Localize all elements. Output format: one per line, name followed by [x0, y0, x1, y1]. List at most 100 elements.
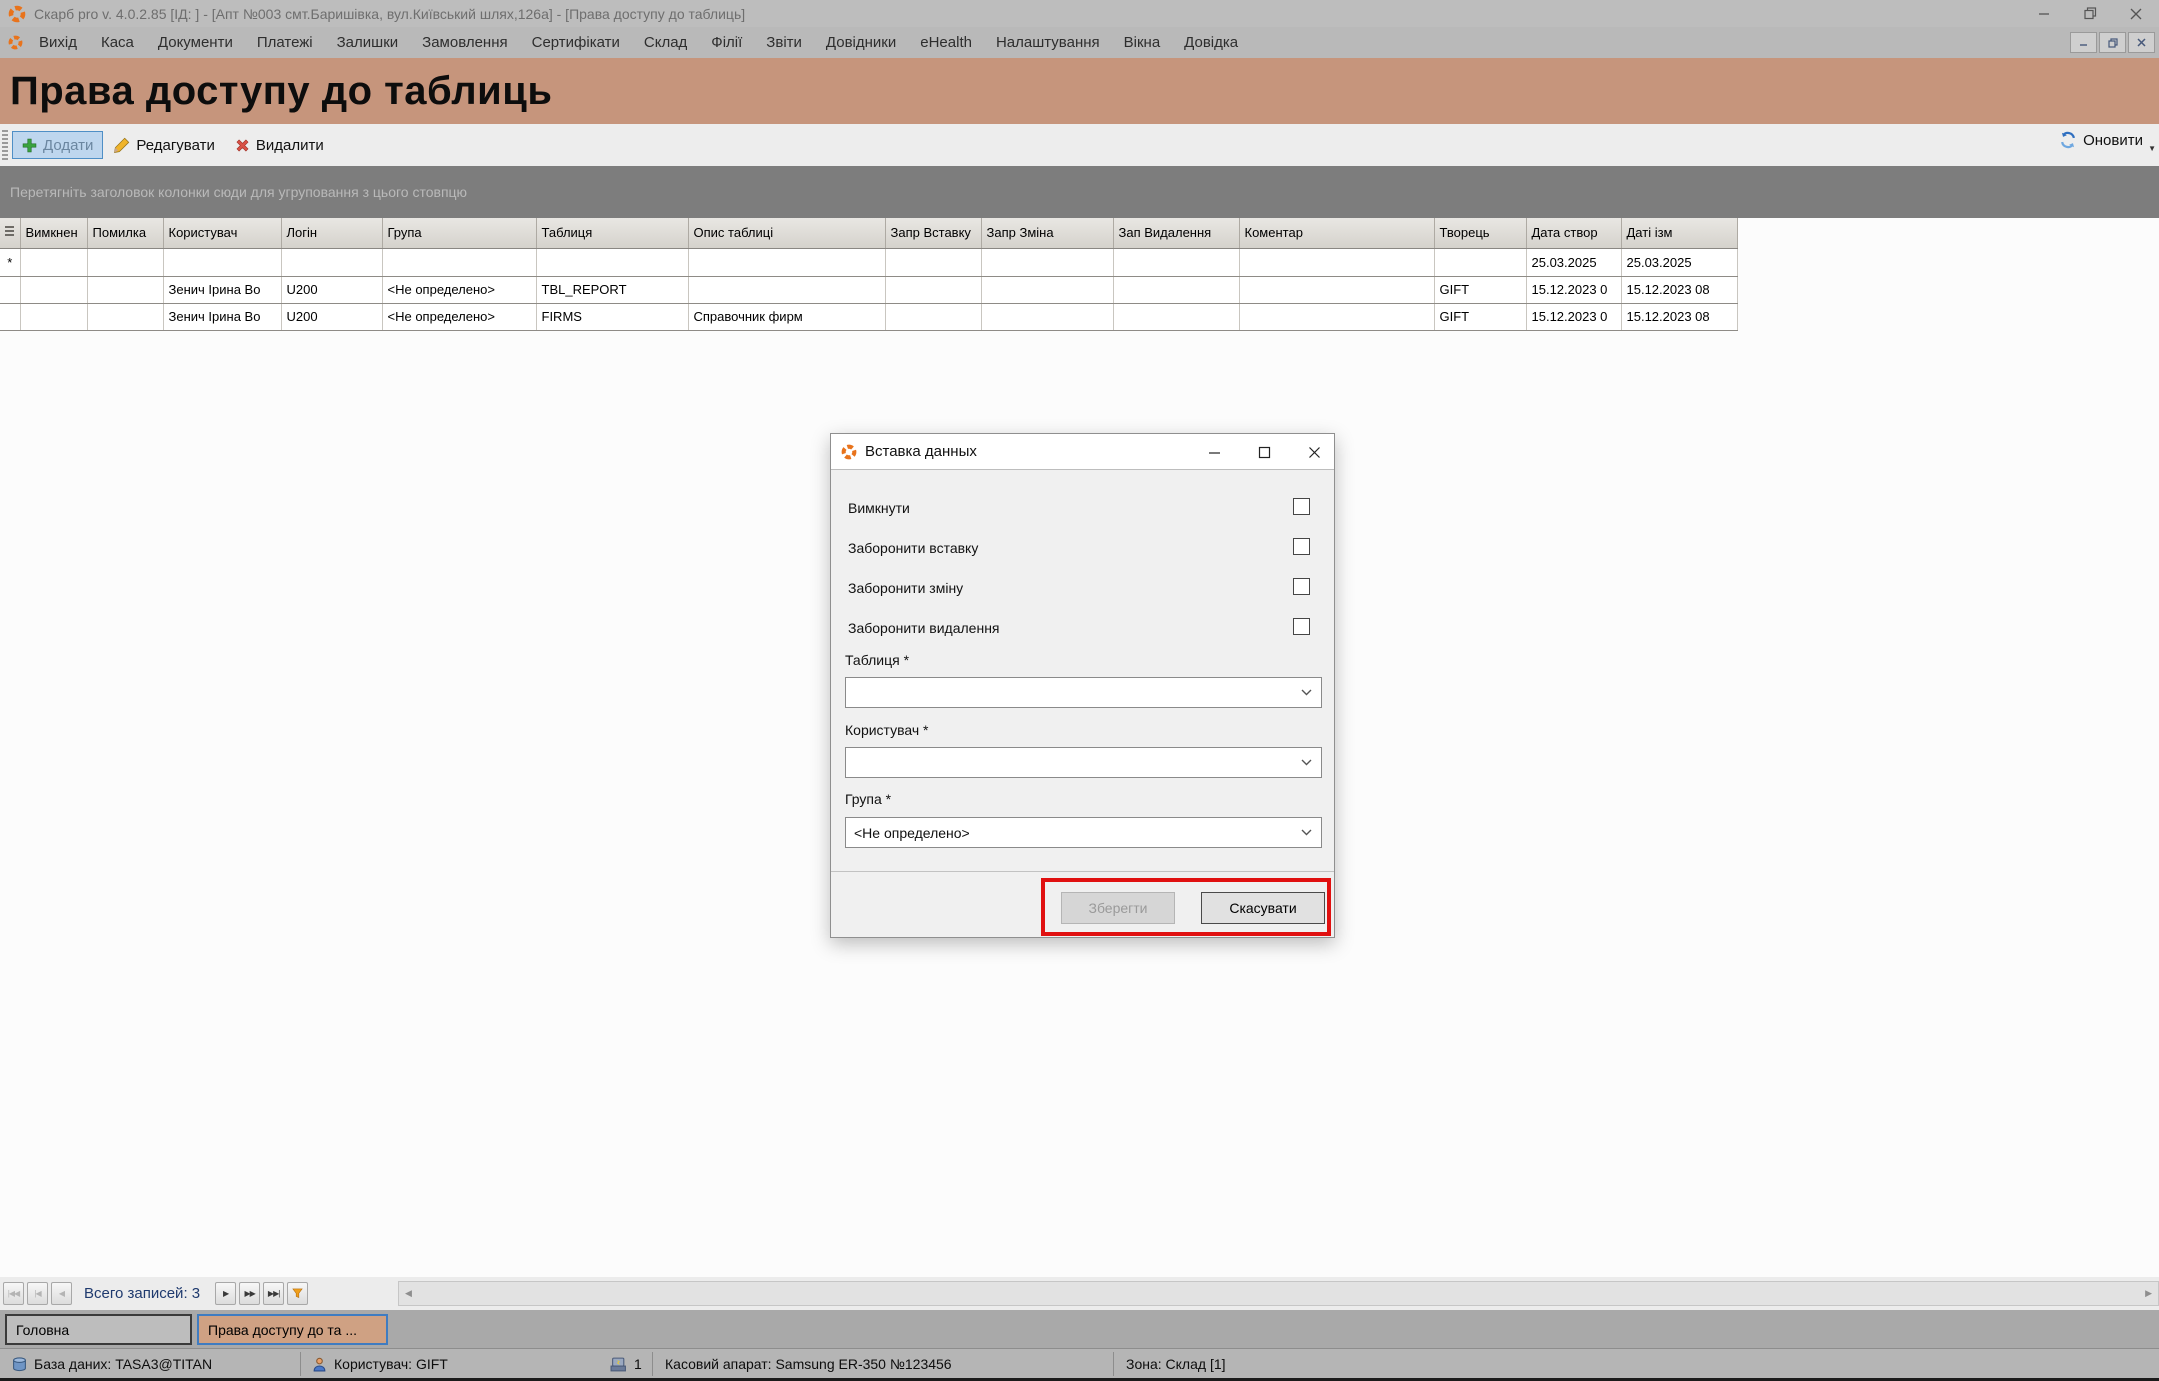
disabled-indicator-cell [20, 276, 87, 303]
column-header[interactable]: Даті ізм [1621, 218, 1737, 248]
record-navigator: |◀◀ |◀ ◀ Всего записей: 3 ▶ ▶▶ ▶▶| ◀ ▶ [0, 1277, 2159, 1310]
filter-modified-cell[interactable]: 25.03.2025 [1621, 248, 1737, 276]
minimize-icon[interactable] [2021, 0, 2067, 27]
dialog-close-icon[interactable] [1302, 440, 1326, 464]
deny-insert-cell [885, 303, 981, 330]
dialog-window-controls [1202, 434, 1326, 470]
toolbar-overflow-caret[interactable]: ▼ [2148, 144, 2156, 153]
prev-page-button[interactable]: |◀ [27, 1282, 48, 1305]
menu-item-payments[interactable]: Платежі [245, 34, 325, 51]
menu-item-orders[interactable]: Замовлення [410, 34, 519, 51]
status-database: База даних: TASA3@TITAN [34, 1356, 212, 1372]
edit-button[interactable]: Редагувати [103, 131, 225, 159]
last-record-button[interactable]: ▶▶| [263, 1282, 284, 1305]
group-combobox[interactable]: <Не определено> [845, 817, 1322, 848]
filter-button[interactable] [287, 1282, 308, 1305]
pencil-icon [113, 137, 130, 154]
menu-item-documents[interactable]: Документи [146, 34, 245, 51]
mdi-close-icon[interactable] [2128, 32, 2155, 53]
menu-item-warehouse[interactable]: Склад [632, 34, 699, 51]
group-by-bar[interactable]: Перетягніть заголовок колонки сюди для у… [0, 166, 2159, 218]
column-header[interactable]: Користувач [163, 218, 281, 248]
group-by-hint: Перетягніть заголовок колонки сюди для у… [10, 184, 467, 200]
database-icon [12, 1357, 27, 1372]
menu-item-help[interactable]: Довідка [1172, 34, 1250, 51]
column-header[interactable]: Творець [1434, 218, 1526, 248]
delete-button[interactable]: Видалити [225, 131, 334, 159]
checkbox-deny-insert[interactable] [1293, 538, 1310, 555]
user-combobox[interactable] [845, 747, 1322, 778]
menu-item-directories[interactable]: Довідники [814, 34, 908, 51]
data-grid: Вимкнен Помилка Користувач Логін Група Т… [0, 218, 1737, 331]
menu-item-settings[interactable]: Налаштування [984, 34, 1112, 51]
dialog-footer-separator [831, 871, 1334, 872]
annotation-highlight [1041, 878, 1331, 936]
column-header[interactable]: Логін [281, 218, 382, 248]
table-row[interactable]: Зенич Ірина Во U200 <Не определено> FIRM… [0, 303, 1737, 330]
first-record-button[interactable]: |◀◀ [3, 1282, 24, 1305]
chevron-down-icon [1301, 689, 1312, 696]
app-window: Скарб pro v. 4.0.2.85 [ІД: ] - [Апт №003… [0, 0, 2159, 1381]
deny-delete-cell [1113, 303, 1239, 330]
refresh-button[interactable]: Оновити [2059, 131, 2143, 149]
checkbox-disable[interactable] [1293, 498, 1310, 515]
checkbox-label-deny-delete: Заборонити видалення [848, 620, 1000, 636]
column-header[interactable]: Запр Вставку [885, 218, 981, 248]
menu-item-certificates[interactable]: Сертифікати [520, 34, 632, 51]
filter-row[interactable]: * 25.03.2025 25.03.2025 [0, 248, 1737, 276]
insert-data-dialog: Вставка данных Вимкнути Заборонити встав… [830, 433, 1335, 938]
menu-item-ehealth[interactable]: eHealth [908, 34, 984, 51]
dialog-maximize-icon[interactable] [1252, 440, 1276, 464]
statusbar: База даних: TASA3@TITAN Користувач: GIFT… [0, 1348, 2159, 1378]
chevron-down-icon [1301, 759, 1312, 766]
column-header[interactable]: Дата створ [1526, 218, 1621, 248]
tab-access-rights[interactable]: Права доступу до та ... [197, 1314, 388, 1345]
column-header[interactable]: Помилка [87, 218, 163, 248]
checkbox-deny-update[interactable] [1293, 578, 1310, 595]
column-header[interactable]: Запр Зміна [981, 218, 1113, 248]
column-header[interactable]: Опис таблиці [688, 218, 885, 248]
menu-item-exit[interactable]: Вихід [27, 34, 89, 51]
menu-app-icon [8, 35, 23, 50]
menu-item-windows[interactable]: Вікна [1112, 34, 1173, 51]
menu-item-kasa[interactable]: Каса [89, 34, 146, 51]
mdi-restore-icon[interactable] [2099, 32, 2126, 53]
tab-home[interactable]: Головна [5, 1314, 192, 1345]
next-page-button[interactable]: ▶▶ [239, 1282, 260, 1305]
dialog-titlebar[interactable]: Вставка данных [831, 434, 1334, 470]
mdi-window-controls [2070, 32, 2155, 53]
menu-item-stock[interactable]: Залишки [325, 34, 411, 51]
cash-terminal-icon [610, 1357, 627, 1372]
column-header[interactable]: Вимкнен [20, 218, 87, 248]
restore-icon[interactable] [2067, 0, 2113, 27]
scroll-left-icon[interactable]: ◀ [399, 1288, 418, 1299]
checkbox-deny-delete[interactable] [1293, 618, 1310, 635]
close-icon[interactable] [2113, 0, 2159, 27]
mdi-minimize-icon[interactable] [2070, 32, 2097, 53]
column-header[interactable]: Коментар [1239, 218, 1434, 248]
checkbox-label-deny-insert: Заборонити вставку [848, 540, 978, 556]
add-button[interactable]: Додати [12, 131, 103, 159]
horizontal-scrollbar[interactable]: ◀ ▶ [398, 1281, 2159, 1306]
next-record-button[interactable]: ▶ [215, 1282, 236, 1305]
status-user: Користувач: GIFT [334, 1356, 448, 1372]
funnel-icon [292, 1288, 303, 1299]
table-row[interactable]: Зенич Ірина Во U200 <Не определено> TBL_… [0, 276, 1737, 303]
bottom-tabbar: Головна Права доступу до та ... [0, 1310, 2159, 1348]
column-header[interactable]: Група [382, 218, 536, 248]
column-header[interactable]: Зап Видалення [1113, 218, 1239, 248]
table-combobox[interactable] [845, 677, 1322, 708]
filter-created-cell[interactable]: 25.03.2025 [1526, 248, 1621, 276]
grid-corner-icon[interactable] [0, 218, 20, 248]
toolbar-grip[interactable] [2, 130, 8, 160]
prev-record-button[interactable]: ◀ [51, 1282, 72, 1305]
scroll-right-icon[interactable]: ▶ [2139, 1288, 2158, 1299]
menu-item-branches[interactable]: Філії [699, 34, 754, 51]
dialog-title: Вставка данных [865, 443, 977, 460]
filter-row-marker: * [0, 248, 20, 276]
page-title-band: Права доступу до таблиць [0, 58, 2159, 124]
menu-item-reports[interactable]: Звіти [754, 34, 814, 51]
chevron-down-icon [1301, 829, 1312, 836]
dialog-minimize-icon[interactable] [1202, 440, 1226, 464]
column-header[interactable]: Таблиця [536, 218, 688, 248]
